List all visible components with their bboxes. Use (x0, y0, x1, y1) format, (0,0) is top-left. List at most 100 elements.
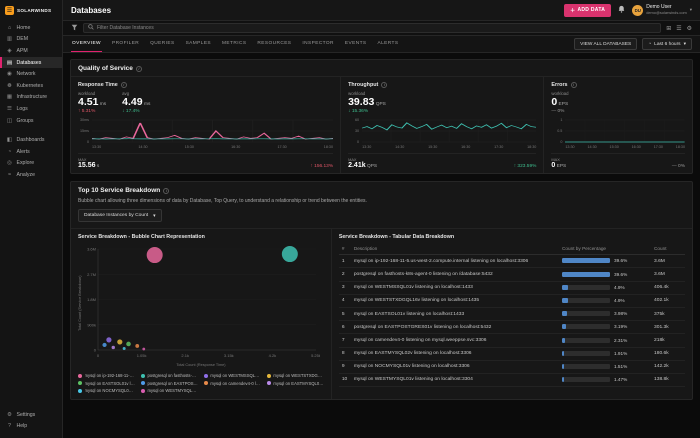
bubble-mysql-on-ip-192-168-11[interactable] (147, 247, 163, 263)
row-description[interactable]: postgresql on EASTPOSTGRES01v listening … (351, 321, 559, 334)
info-icon[interactable]: i (136, 66, 142, 72)
legend-item[interactable]: mysql on WESTSTXDGQL16v listening on loc… (267, 373, 324, 378)
col-count-by-percentage[interactable]: Count by Percentage (559, 244, 651, 255)
search-box[interactable] (83, 23, 661, 34)
main-content[interactable]: Quality of Service i Response Timeiworkl… (63, 53, 700, 438)
sidebar-item-settings[interactable]: ⚙Settings (0, 409, 62, 421)
info-icon[interactable]: i (121, 82, 127, 88)
tab-samples[interactable]: SAMPLES (185, 36, 212, 52)
row-rank: 6 (339, 321, 351, 334)
col-count[interactable]: Count (651, 244, 685, 255)
view-all-databases-button[interactable]: VIEW ALL DATABASES (574, 38, 637, 50)
sidebar-item-alerts[interactable]: ◔Alerts (0, 146, 62, 158)
sidebar: ☰ SOLARWINDS ⌂Home▥DEM◈APM▤Databases◉Net… (0, 0, 63, 438)
row-description[interactable]: mysql on EASTMYSQL02v listening on local… (351, 347, 559, 360)
sidebar-item-infrastructure[interactable]: ▦Infrastructure (0, 92, 62, 104)
header-actions: ＋ ADD DATA DU Demo User demo@solarwinds.… (564, 4, 692, 17)
sidebar-item-databases[interactable]: ▤Databases (0, 57, 62, 69)
svg-text:3.6M: 3.6M (87, 247, 96, 252)
x-axis-tick: 18:30 (324, 145, 333, 149)
tab-alerts[interactable]: ALERTS (377, 36, 400, 52)
x-axis-tick: 15:30 (428, 145, 437, 149)
bubble-mysql-on-westmysql01v[interactable] (142, 348, 145, 351)
stat-unit: ms (143, 102, 151, 107)
sidebar-item-explore[interactable]: ◎Explore (0, 158, 62, 170)
info-icon[interactable]: i (571, 82, 577, 88)
svg-text:1.05k: 1.05k (137, 353, 147, 358)
sidebar-item-apm[interactable]: ◈APM (0, 45, 62, 57)
legend-item[interactable]: mysql on camendev4-0 listening on mysql.… (204, 381, 261, 386)
legend-item[interactable]: mysql on NOCMYSQL01v listening on localh… (78, 388, 135, 393)
row-count: 406.4k (651, 281, 685, 294)
row-description[interactable]: mysql on NOCMYSQL01v listening on localh… (351, 360, 559, 373)
row-description[interactable]: mysql on camendev4-0 listening on mysql.… (351, 334, 559, 347)
sidebar-item-dashboards[interactable]: ◧Dashboards (0, 134, 62, 146)
notifications-bell-icon[interactable] (618, 5, 625, 15)
info-icon[interactable]: i (163, 188, 169, 194)
sidebar-item-analyze[interactable]: ≈Analyze (0, 169, 62, 181)
grid-view-icon[interactable]: ⊞ (666, 25, 671, 32)
list-view-icon[interactable]: ☰ (676, 25, 681, 32)
info-icon[interactable]: i (381, 82, 387, 88)
tab-resources[interactable]: RESOURCES (256, 36, 292, 52)
bubble-mysql-on-eastmysql02v[interactable] (112, 346, 115, 349)
col-description[interactable]: Description (351, 244, 559, 255)
user-menu[interactable]: DU Demo User demo@solarwinds.com ▾ (632, 5, 692, 16)
bubble-postgresql-on-fasthost[interactable] (282, 246, 298, 262)
filter-bar: ⊞ ☰ ⚙ (63, 21, 700, 36)
sidebar-item-home[interactable]: ⌂Home (0, 22, 62, 34)
tab-events[interactable]: EVENTS (344, 36, 368, 52)
legend-item[interactable]: mysql on WESTMYSQL01v listening on local… (141, 388, 198, 393)
x-axis-tick: 13:30 (362, 145, 371, 149)
stat-delta: — 0% (551, 109, 568, 114)
search-input[interactable] (97, 25, 656, 31)
settings-gear-icon[interactable]: ⚙ (687, 25, 692, 32)
row-description[interactable]: mysql on EASTSOL01v listening on localho… (351, 307, 559, 320)
y-axis-tick: 0 (551, 140, 562, 144)
sidebar-item-label: DEM (17, 36, 29, 42)
bubble-mysql-on-nocmysql01v-l[interactable] (123, 347, 126, 350)
col-rank[interactable]: # (339, 244, 351, 255)
tab-metrics[interactable]: METRICS (221, 36, 247, 52)
sidebar-item-help[interactable]: ?Help (0, 420, 62, 432)
row-description[interactable]: mysql on WESTSTXDGQL16v listening on loc… (351, 294, 559, 307)
row-percentage-cell: 1.51% (559, 360, 651, 373)
tabs-actions: VIEW ALL DATABASES ◔ Last 6 hours ▾ (574, 38, 692, 50)
tab-inspector[interactable]: INSPECTOR (301, 36, 335, 52)
chevron-down-icon: ▾ (153, 213, 155, 219)
sidebar-item-groups[interactable]: ◫Groups (0, 115, 62, 127)
bubble-mysql-on-eastsol01v-li[interactable] (126, 342, 131, 347)
qos-panel-errors: Errorsiworkload0 EPS— 0%10.5013:3014:301… (544, 77, 692, 173)
legend-item[interactable]: mysql on EASTSOL01v listening on localho… (78, 381, 135, 386)
row-description[interactable]: mysql on WESTMSSQL01v listening on local… (351, 281, 559, 294)
sidebar-item-network[interactable]: ◉Network (0, 68, 62, 80)
tab-overview[interactable]: OVERVIEW (71, 36, 102, 52)
sidebar-item-kubernetes[interactable]: ☸Kubernetes (0, 80, 62, 92)
add-data-button[interactable]: ＋ ADD DATA (564, 4, 611, 17)
sidebar-item-dem[interactable]: ▥DEM (0, 34, 62, 46)
tab-profiler[interactable]: PROFILER (111, 36, 140, 52)
bubble-mysql-on-camendev4-0-l[interactable] (135, 344, 139, 348)
legend-item[interactable]: mysql on WESTMSSQL01v listening on local… (204, 373, 261, 378)
bubble-mysql-on-westmssql01v[interactable] (106, 338, 111, 343)
qos-card-header: Quality of Service i (71, 60, 692, 76)
row-count: 375k (651, 307, 685, 320)
row-description[interactable]: mysql on WESTMYSQL01v listening on local… (351, 373, 559, 386)
legend-item[interactable]: mysql on ip-192-168-11-5.us-west-2.compu… (78, 373, 135, 378)
qos-stat-workload: workload0 EPS— 0% (551, 91, 568, 114)
row-description[interactable]: mysql on ip-192-168-11-5.us-west-2.compu… (351, 255, 559, 268)
y-axis-label: Total Count (Service Breakdown) (78, 244, 82, 362)
row-description[interactable]: postgresql on fasthosts-k8s-agent-0 list… (351, 268, 559, 281)
sidebar-item-label: Databases (17, 60, 42, 66)
time-range-selector[interactable]: ◔ Last 6 hours ▾ (642, 38, 692, 50)
legend-item[interactable]: postgresql on fasthosts-k8s-agent-0 list… (141, 373, 198, 378)
sidebar-item-logs[interactable]: ☰Logs (0, 103, 62, 115)
filter-funnel-icon[interactable] (71, 24, 78, 33)
legend-item[interactable]: postgresql on EASTPOSTGRES01v listening … (141, 381, 198, 386)
bubble-postgresql-on-eastpost[interactable] (102, 343, 106, 347)
tab-queries[interactable]: QUERIES (149, 36, 175, 52)
legend-item[interactable]: mysql on EASTMYSQL02v listening on local… (267, 381, 324, 386)
bubble-mysql-on-weststxdgql16[interactable] (117, 340, 122, 345)
percentage-bar (562, 364, 610, 369)
breakdown-type-select[interactable]: Database Instances by Count ▾ (78, 209, 162, 222)
